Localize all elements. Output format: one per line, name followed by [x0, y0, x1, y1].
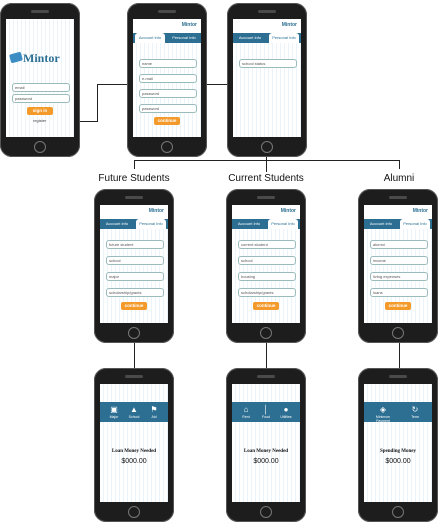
personal-phone: Mintor Account Info Personal Info school…	[227, 3, 307, 157]
status-select[interactable]: current student	[238, 240, 296, 249]
income-select[interactable]: income	[370, 256, 428, 265]
scholarship-select[interactable]: scholarship/grants	[106, 288, 164, 297]
current-summary-screen: ⌂ Rent │ Food ● Utilities Loan Money Needed…	[232, 384, 300, 502]
alumni-summary-phone: ◈ Minimum Payment ↻ Term Spending Money $0…	[358, 368, 438, 522]
school-select[interactable]: school	[238, 256, 296, 265]
refresh-icon[interactable]: ↻ Term	[406, 404, 424, 420]
alumni-summary-screen: ◈ Minimum Payment ↻ Term Spending Money $0…	[364, 384, 432, 502]
tab-account-info[interactable]: Account Info	[366, 219, 396, 229]
loans-select[interactable]: loans	[370, 288, 428, 297]
continue-button[interactable]: continue	[121, 302, 147, 310]
living-expenses-select[interactable]: living expenses	[370, 272, 428, 281]
status-select[interactable]: alumni	[370, 240, 428, 249]
password-field[interactable]: password	[139, 89, 197, 98]
connector	[399, 160, 400, 169]
connector	[134, 160, 399, 161]
tab-personal-info[interactable]: Personal Info	[268, 219, 298, 229]
housing-select[interactable]: housing	[238, 272, 296, 281]
tab-personal-info[interactable]: Personal Info	[169, 33, 199, 43]
summary-title: Loan Money Needed	[243, 449, 289, 454]
summary-title: Loan Money Needed	[111, 449, 157, 454]
summary-title: Spending Money	[380, 449, 416, 454]
dice-icon	[9, 51, 23, 64]
alumni-form-phone: Mintor Account Info Personal Info alumni…	[358, 189, 438, 343]
connector	[266, 341, 267, 368]
category-title: Alumni	[383, 173, 415, 184]
continue-button[interactable]: continue	[253, 302, 279, 310]
personal-screen: Mintor Account Info Personal Info school…	[233, 19, 301, 137]
email-field[interactable]: email	[12, 83, 70, 92]
connector	[134, 341, 135, 368]
flag-icon[interactable]: ⚑ Aid	[145, 404, 163, 420]
connector	[97, 84, 98, 122]
register-phone: Mintor Account Info Personal Info name e…	[127, 3, 207, 157]
continue-button[interactable]: continue	[154, 117, 180, 125]
current-form-phone: Mintor Account Info Personal Info curren…	[226, 189, 306, 343]
password-field[interactable]: password	[12, 94, 70, 103]
tab-personal-info[interactable]: Personal Info	[269, 33, 299, 43]
login-screen: Mintor email password sign in register	[6, 19, 74, 137]
scholarship-select[interactable]: scholarship/grants	[238, 288, 296, 297]
school-status-select[interactable]: school status	[239, 59, 297, 68]
tab-account-info[interactable]: Account Info	[135, 33, 165, 43]
current-summary-phone: ⌂ Rent │ Food ● Utilities Loan Money Needed…	[226, 368, 306, 522]
summary-value: $000.00	[121, 458, 147, 465]
major-select[interactable]: major	[106, 272, 164, 281]
connector	[134, 160, 135, 169]
connector	[399, 341, 400, 368]
tab-personal-info[interactable]: Personal Info	[400, 219, 430, 229]
login-phone: Mintor email password sign in register	[0, 3, 80, 157]
fork-icon[interactable]: │ Food	[257, 404, 275, 420]
summary-value: $000.00	[253, 458, 279, 465]
house-icon[interactable]: ⌂ Rent	[237, 404, 255, 420]
bank-icon[interactable]: ▲ School	[125, 404, 143, 420]
tab-account-info[interactable]: Account Info	[102, 219, 132, 229]
name-field[interactable]: name	[139, 59, 197, 68]
category-title: Current Students	[228, 173, 304, 184]
chat-icon[interactable]: ● Utilities	[277, 404, 295, 420]
register-link[interactable]: register	[33, 118, 46, 123]
tab-account-info[interactable]: Account Info	[234, 219, 264, 229]
email-field[interactable]: e-mail	[139, 74, 197, 83]
book-icon[interactable]: ▣ Major	[105, 404, 123, 420]
future-form-screen: Mintor Account Info Personal Info future…	[100, 205, 168, 323]
future-summary-screen: ▣ Major ▲ School ⚑ Aid Loan Money Needed $0…	[100, 384, 168, 502]
category-title: Future Students	[98, 173, 170, 184]
alumni-form-screen: Mintor Account Info Personal Info alumni…	[364, 205, 432, 323]
logo: Mintor	[9, 51, 72, 65]
register-screen: Mintor Account Info Personal Info name e…	[133, 19, 201, 137]
current-form-screen: Mintor Account Info Personal Info curren…	[232, 205, 300, 323]
future-form-phone: Mintor Account Info Personal Info future…	[94, 189, 174, 343]
sign-in-button[interactable]: sign in	[27, 107, 53, 115]
status-select[interactable]: future student	[106, 240, 164, 249]
tab-account-info[interactable]: Account Info	[235, 33, 265, 43]
confirm-password-field[interactable]: password	[139, 104, 197, 113]
continue-button[interactable]: continue	[385, 302, 411, 310]
school-select[interactable]: school	[106, 256, 164, 265]
money-icon[interactable]: ◈ Minimum Payment	[370, 404, 396, 423]
tab-personal-info[interactable]: Personal Info	[136, 219, 166, 229]
summary-value: $000.00	[385, 458, 411, 465]
future-summary-phone: ▣ Major ▲ School ⚑ Aid Loan Money Needed $0…	[94, 368, 174, 522]
logo-text: Mintor	[23, 51, 60, 65]
